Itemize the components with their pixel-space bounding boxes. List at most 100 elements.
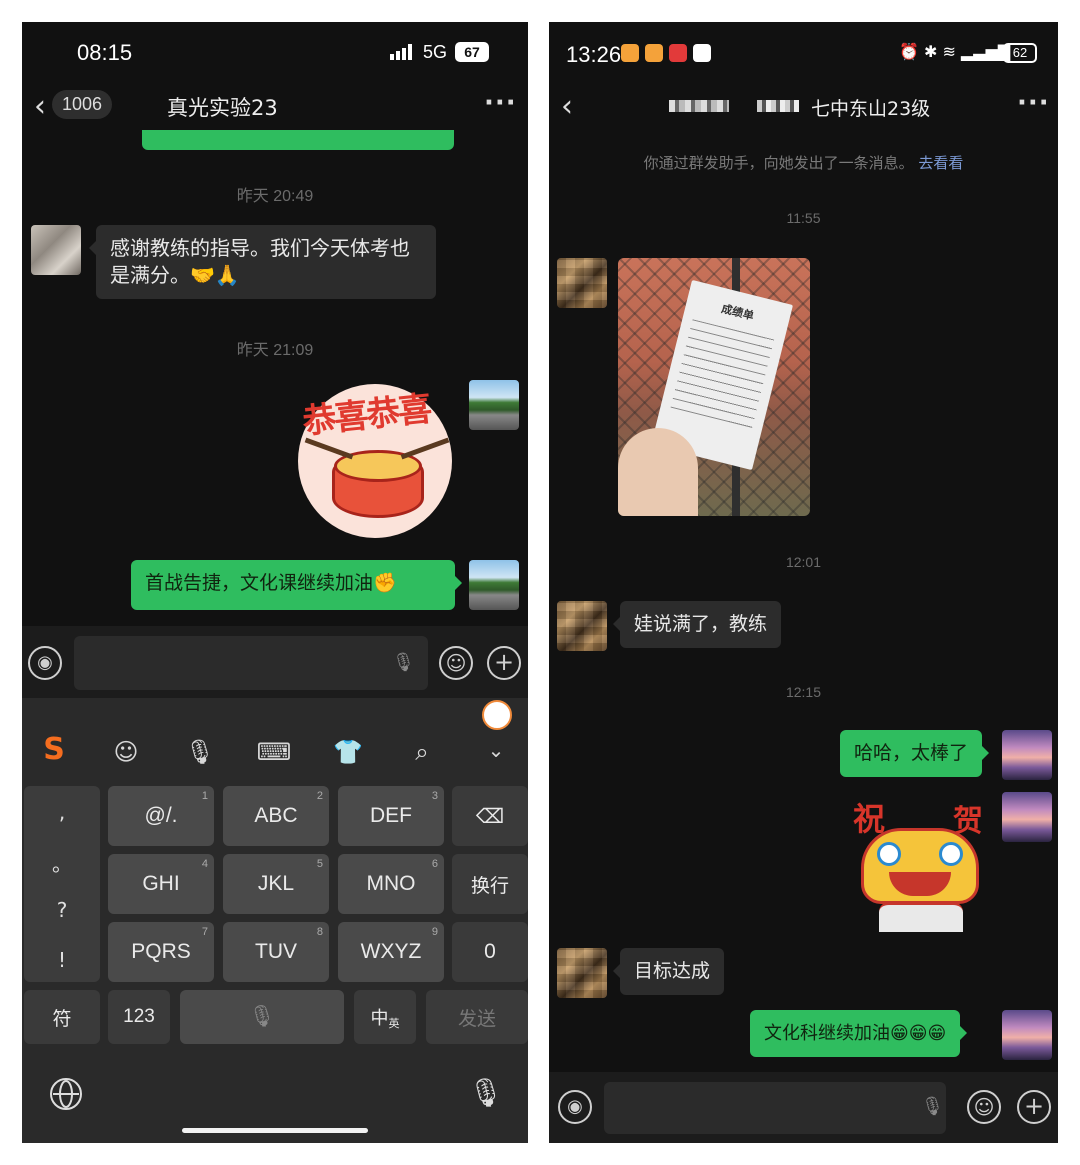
key-label: DEF xyxy=(370,804,412,827)
message-bubble-great[interactable]: 哈哈，太棒了 xyxy=(840,730,990,777)
key-label: PQRS xyxy=(131,940,191,963)
ime-keyboard: S ☺ 🎙 ⌨ 👕 ⌕ ⌄ , 。 ? ! @/. 1 ABC 2 DEF 3 ⌫ G… xyxy=(22,698,528,1143)
punct-exclaim[interactable]: ! xyxy=(24,948,100,972)
punct-period[interactable]: 。 xyxy=(24,848,100,877)
sender-avatar[interactable] xyxy=(557,948,607,998)
lion-dance-sticker[interactable]: 祝 贺 xyxy=(849,790,995,936)
sender-avatar[interactable] xyxy=(31,225,81,275)
key-0[interactable]: 0 xyxy=(452,922,528,982)
skin-icon[interactable]: 👕 xyxy=(328,738,368,766)
battery-icon: 62 xyxy=(1003,43,1037,63)
message-bubble-keep-going[interactable]: 文化科继续加油😁😁😁 xyxy=(750,1010,968,1057)
emoji-icon[interactable]: ☺ xyxy=(439,646,473,680)
punct-comma[interactable]: , xyxy=(24,800,100,824)
key-digit: 6 xyxy=(431,858,438,870)
emoji-panel-icon[interactable]: ☺ xyxy=(106,738,146,766)
lang-cn-label: 中 xyxy=(370,1008,389,1029)
receipt-photo[interactable]: 成绩单 xyxy=(618,258,810,516)
sender-avatar[interactable] xyxy=(557,258,607,308)
more-options-icon[interactable]: ··· xyxy=(484,90,517,116)
notice-link[interactable]: 去看看 xyxy=(918,154,963,172)
keyboard-switch-icon[interactable]: ⌨ xyxy=(254,738,294,766)
key-label: MNO xyxy=(366,872,416,895)
pixelated-name xyxy=(669,100,729,112)
congrats-sticker[interactable]: 恭喜恭喜 xyxy=(294,380,458,540)
sogou-logo-icon[interactable]: S xyxy=(34,732,74,767)
key-digit: 7 xyxy=(201,926,208,938)
key-digit: 8 xyxy=(316,926,323,938)
message-bubble-full-score[interactable]: 娃说满了，教练 xyxy=(612,601,782,648)
back-icon[interactable]: ‹ xyxy=(561,92,573,122)
search-icon[interactable]: ⌕ xyxy=(402,738,442,766)
emoji-icon[interactable]: ☺ xyxy=(967,1090,1001,1124)
my-avatar[interactable] xyxy=(1002,792,1052,842)
message-input[interactable] xyxy=(604,1082,946,1134)
plus-icon[interactable]: + xyxy=(1017,1090,1051,1124)
key-digit: 1 xyxy=(201,790,208,802)
my-avatar[interactable] xyxy=(469,380,519,430)
message-bubble-thanks[interactable]: 感谢教练的指导。我们今天体考也是满分。🤝🙏 xyxy=(89,225,436,299)
punct-question[interactable]: ? xyxy=(24,898,100,922)
key-8[interactable]: TUV 8 xyxy=(223,922,329,982)
chat-title: 真光实验23 xyxy=(167,96,278,120)
key-4[interactable]: GHI 4 xyxy=(108,854,214,914)
globe-icon[interactable] xyxy=(50,1078,82,1110)
plus-icon[interactable]: + xyxy=(487,646,521,680)
timestamp: 12:01 xyxy=(785,554,822,570)
mic-icon[interactable]: 🎙 xyxy=(921,1096,944,1117)
key-digit: 2 xyxy=(316,790,323,802)
message-bubble-first-win[interactable]: 首战告捷，文化课继续加油✊ xyxy=(131,560,462,610)
language-switch-key[interactable]: 中英 xyxy=(354,990,416,1044)
key-label: JKL xyxy=(257,872,295,895)
my-avatar[interactable] xyxy=(1002,1010,1052,1060)
key-1[interactable]: @/. 1 xyxy=(108,786,214,846)
back-icon[interactable]: ‹ xyxy=(34,92,46,122)
key-5[interactable]: JKL 5 xyxy=(223,854,329,914)
system-notice: 你通过群发助手，向她发出了一条消息。 去看看 xyxy=(549,152,1058,173)
unread-count-badge[interactable]: 1006 xyxy=(52,90,113,119)
backspace-key[interactable]: ⌫ xyxy=(452,786,528,846)
message-input[interactable] xyxy=(74,636,428,690)
newline-key[interactable]: 换行 xyxy=(452,854,528,914)
chat-title: 七中东山23级 xyxy=(811,98,931,120)
my-avatar[interactable] xyxy=(1002,730,1052,780)
hand xyxy=(618,428,698,516)
dictation-icon[interactable]: 🎙 xyxy=(468,1076,504,1109)
voice-input-icon[interactable]: 🎙 xyxy=(180,738,220,766)
space-mic-icon: 🎙 xyxy=(248,1005,276,1028)
app-notification-icons xyxy=(621,44,711,66)
sender-avatar[interactable] xyxy=(557,601,607,651)
voice-toggle-icon[interactable]: ◉ xyxy=(558,1090,592,1124)
status-time: 13:26 xyxy=(566,42,622,67)
battery-level: 62 xyxy=(1012,45,1028,60)
notif-icon-3 xyxy=(669,44,687,62)
my-avatar[interactable] xyxy=(469,560,519,610)
mascot-icon[interactable] xyxy=(482,700,512,730)
send-key[interactable]: 发送 xyxy=(426,990,528,1044)
key-digit: 4 xyxy=(201,858,208,870)
notif-icon-1 xyxy=(621,44,639,62)
numbers-key[interactable]: 123 xyxy=(108,990,170,1044)
more-options-icon[interactable]: ··· xyxy=(1017,90,1050,116)
previous-message-bubble[interactable] xyxy=(142,130,454,150)
message-bubble-goal-met[interactable]: 目标达成 xyxy=(612,948,725,995)
left-phone-screen: 08:15 5G 67 ‹ 1006 真光实验23 ··· 昨天 20:49 感… xyxy=(22,22,528,1143)
symbols-key[interactable]: 符 xyxy=(24,990,100,1044)
mic-icon[interactable]: 🎙 xyxy=(392,652,415,673)
key-2[interactable]: ABC 2 xyxy=(223,786,329,846)
voice-toggle-icon[interactable]: ◉ xyxy=(28,646,62,680)
timestamp: 11:55 xyxy=(786,210,821,226)
key-label: @/. xyxy=(144,804,178,827)
key-3[interactable]: DEF 3 xyxy=(338,786,444,846)
key-7[interactable]: PQRS 7 xyxy=(108,922,214,982)
battery-icon: 67 xyxy=(455,42,489,62)
timestamp: 昨天 20:49 xyxy=(236,188,314,205)
battery-level: 67 xyxy=(464,44,480,60)
space-key[interactable]: 🎙 xyxy=(180,990,344,1044)
key-6[interactable]: MNO 6 xyxy=(338,854,444,914)
collapse-keyboard-icon[interactable]: ⌄ xyxy=(476,738,516,762)
key-9[interactable]: WXYZ 9 xyxy=(338,922,444,982)
backspace-icon: ⌫ xyxy=(475,805,505,828)
pixelated-name xyxy=(757,100,799,112)
punctuation-column: , 。 ? ! xyxy=(24,786,100,982)
